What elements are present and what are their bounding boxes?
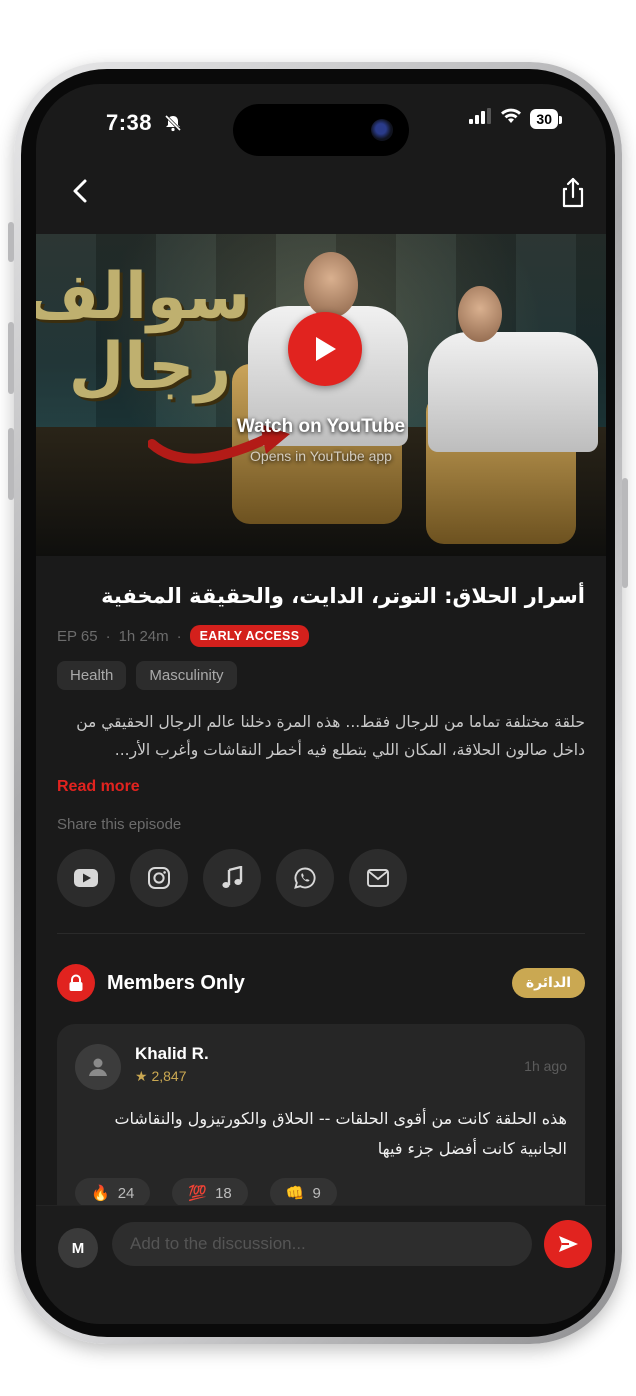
share-whatsapp-button[interactable] <box>276 849 334 907</box>
front-camera <box>371 119 393 141</box>
share-icon <box>562 177 584 208</box>
early-access-badge: EARLY ACCESS <box>189 625 310 647</box>
fire-icon: 🔥 <box>91 1185 110 1202</box>
status-time: 7:38 <box>106 110 183 139</box>
lock-icon <box>69 974 83 991</box>
read-more-link[interactable]: Read more <box>57 778 140 796</box>
bell-slash-icon <box>163 113 183 139</box>
commenter-avatar[interactable] <box>75 1044 121 1090</box>
music-note-icon <box>222 866 243 888</box>
my-avatar[interactable]: M <box>58 1228 98 1268</box>
reaction-list: 🔥 24 💯 18 👊 9 <box>75 1178 567 1208</box>
reaction-count: 18 <box>215 1184 232 1202</box>
discussion-input[interactable] <box>112 1222 532 1266</box>
reaction-fist[interactable]: 👊 9 <box>269 1178 337 1208</box>
show-title-art: سوالف رجال <box>36 260 250 404</box>
share-buttons <box>57 849 585 907</box>
reaction-fire[interactable]: 🔥 24 <box>75 1178 151 1208</box>
episode-duration: 1h 24m <box>118 627 169 645</box>
share-email-button[interactable] <box>349 849 407 907</box>
share-music-button[interactable] <box>203 849 261 907</box>
opens-in-youtube-label: Opens in YouTube app <box>250 448 392 464</box>
members-only-header: Members Only الدائرة <box>57 964 585 1002</box>
hundred-icon: 💯 <box>188 1185 208 1202</box>
silent-switch <box>8 222 14 262</box>
user-icon <box>89 1058 107 1076</box>
episode-description: حلقة مختلفة تماما من للرجال فقط... هذه ا… <box>76 713 585 759</box>
youtube-icon <box>74 869 98 887</box>
commenter-points: ★ 2,847 <box>135 1068 187 1084</box>
reaction-count: 24 <box>117 1184 135 1202</box>
email-icon <box>367 869 389 887</box>
youtube-play-button[interactable] <box>288 312 362 386</box>
send-button[interactable] <box>544 1220 592 1268</box>
episode-content: أسرار الحلاق: التوتر، الدايت، والحقيقة ا… <box>57 579 585 1250</box>
share-instagram-button[interactable] <box>130 849 188 907</box>
power-button <box>622 478 628 588</box>
meta-separator: · <box>176 627 182 645</box>
back-button[interactable] <box>66 176 96 206</box>
reaction-count: 9 <box>312 1184 321 1202</box>
fist-icon: 👊 <box>285 1185 305 1202</box>
tag-health[interactable]: Health <box>57 661 127 690</box>
reaction-hundred[interactable]: 💯 18 <box>172 1178 248 1208</box>
signal-icon <box>468 108 492 129</box>
comment-time: 1h ago <box>524 1058 567 1074</box>
person-left-head <box>304 252 358 318</box>
share-label: Share this episode <box>57 816 182 833</box>
episode-title: أسرار الحلاق: التوتر، الدايت، والحقيقة ا… <box>101 584 585 608</box>
send-icon <box>559 1236 578 1252</box>
video-thumbnail[interactable]: سوالف رجال Watch on YouTube Opens in You… <box>36 234 606 556</box>
comment-text: هذه الحلقة كانت من أقوى الحلقات -- الحلا… <box>114 1109 567 1158</box>
circle-badge[interactable]: الدائرة <box>511 968 585 998</box>
lock-badge <box>57 964 95 1002</box>
tag-masculinity[interactable]: Masculinity <box>136 661 237 690</box>
commenter-name[interactable]: Khalid R. <box>135 1044 209 1064</box>
play-icon <box>316 337 336 361</box>
battery-indicator: 30 <box>530 108 562 129</box>
volume-down-button <box>8 428 14 500</box>
chevron-left-icon <box>73 179 87 203</box>
share-youtube-button[interactable] <box>57 849 115 907</box>
app-screen: 7:38 30 سوالف رجال Watch on YouTube Open… <box>36 84 606 1324</box>
volume-up-button <box>8 322 14 394</box>
wifi-icon <box>500 108 522 129</box>
episode-number: EP 65 <box>57 627 98 645</box>
commenter-info: Khalid R. ★ 2,847 <box>135 1044 209 1085</box>
person-right-head <box>458 286 502 342</box>
watch-on-youtube-label: Watch on YouTube <box>236 416 406 437</box>
dynamic-island <box>233 104 409 156</box>
section-divider <box>57 933 585 934</box>
instagram-icon <box>148 867 170 889</box>
meta-separator: · <box>105 627 111 645</box>
members-only-title: Members Only <box>107 971 245 994</box>
comment-header: Khalid R. ★ 2,847 <box>75 1044 567 1090</box>
share-button[interactable] <box>558 176 588 210</box>
episode-meta: EP 65 · 1h 24m · EARLY ACCESS <box>57 625 585 647</box>
status-icons: 30 <box>468 108 562 129</box>
comment-composer: M <box>36 1205 606 1324</box>
tag-list: Health Masculinity <box>57 661 585 690</box>
whatsapp-icon <box>294 867 316 889</box>
time-text: 7:38 <box>106 110 153 135</box>
